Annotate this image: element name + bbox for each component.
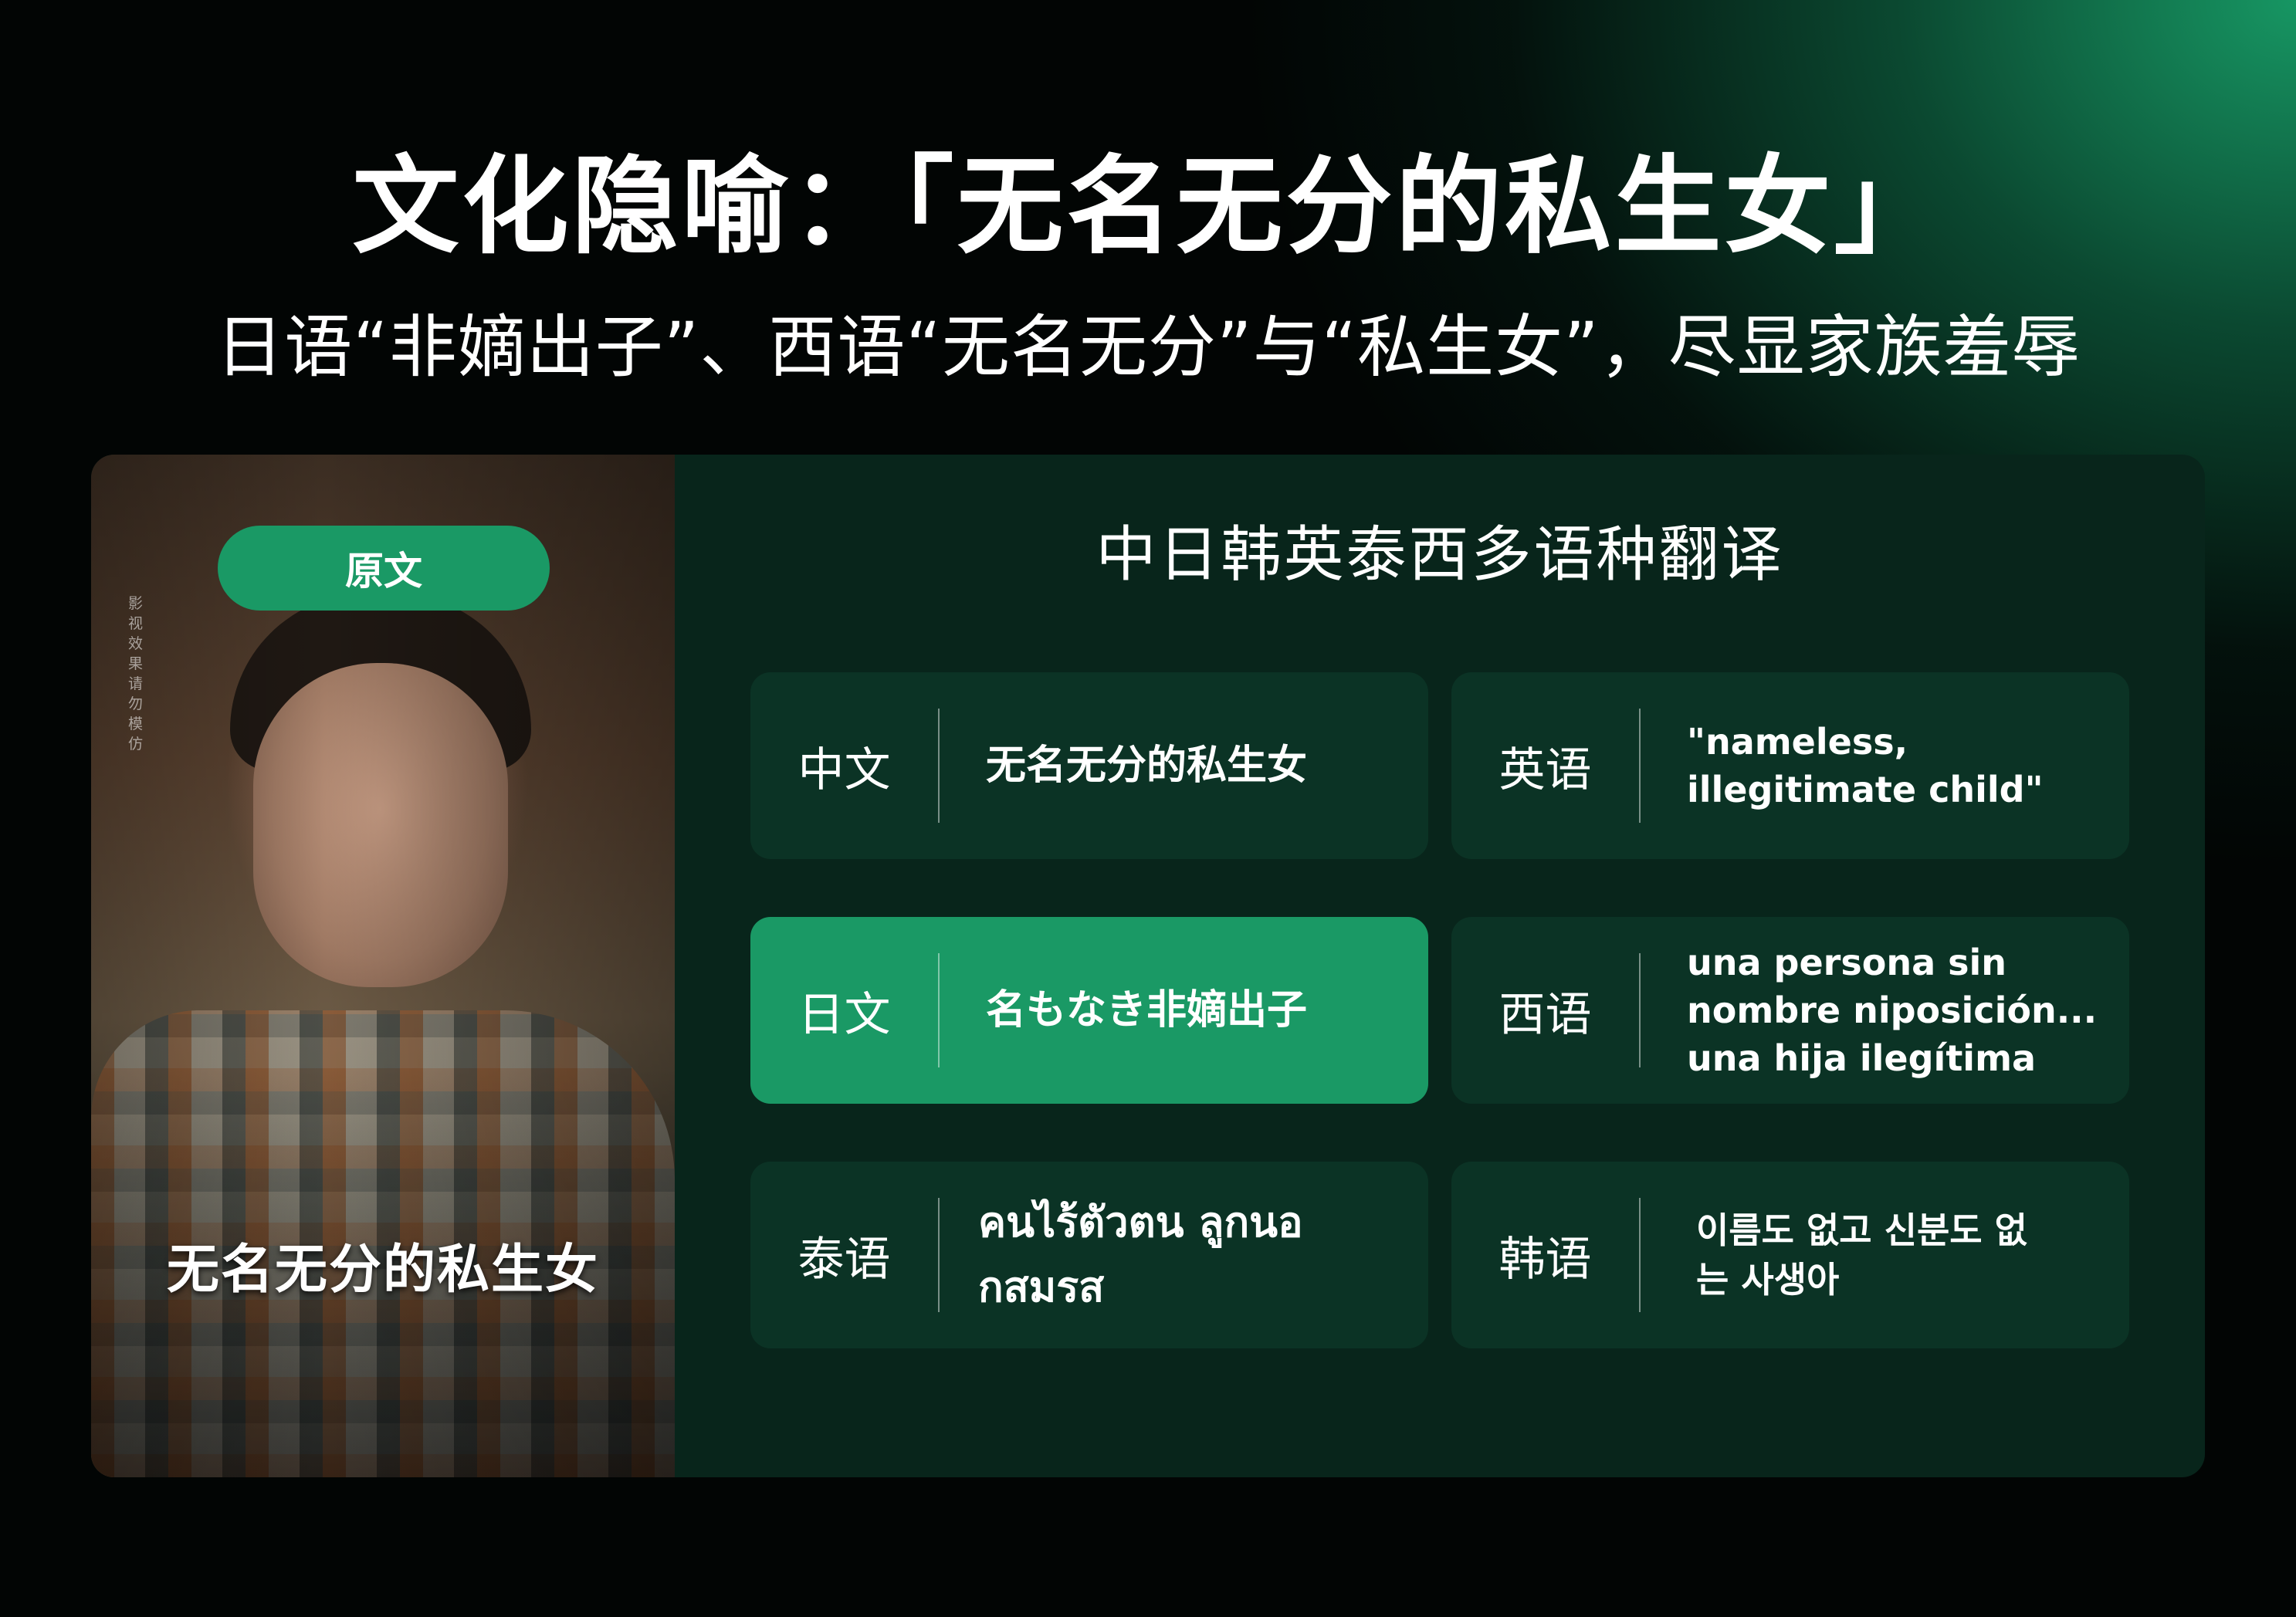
translation-text: 이름도 없고 신분도 없 는 사생아 bbox=[1696, 1209, 2027, 1301]
language-label: 韩语 bbox=[1498, 1232, 1592, 1287]
page-subtitle: 日语“非嫡出子”、西语“无名无分”与“私生女”，尽显家族羞辱 bbox=[215, 307, 2081, 387]
translation-text: 名もなき非嫡出子 bbox=[986, 987, 1308, 1033]
page-title: 文化隐喻：「无名无分的私生女」 bbox=[352, 144, 1944, 269]
translation-heading: 中日韩英泰西多语种翻译 bbox=[1096, 520, 1784, 590]
translation-text: 无名无分的私生女 bbox=[986, 743, 1308, 789]
language-label: 日文 bbox=[798, 987, 891, 1042]
original-text-badge: 原文 bbox=[218, 526, 550, 611]
content-panel: 影视效果 请勿模仿 原文 无名无分的私生女 中日韩英泰西多语种翻译 中文 无名无… bbox=[91, 455, 2205, 1477]
language-label: 英语 bbox=[1498, 743, 1592, 797]
image-watermark: 影视效果 请勿模仿 bbox=[128, 595, 144, 753]
language-label: 西语 bbox=[1498, 987, 1592, 1042]
subtitle-caption: 无名无分的私生女 bbox=[166, 1240, 599, 1301]
translation-text: คนไร้ตัวตน ลูกนอ กสมรส bbox=[978, 1198, 1303, 1311]
translation-card-korean: 韩语 이름도 없고 신분도 없 는 사생아 bbox=[1451, 1162, 2129, 1348]
language-label: 泰语 bbox=[798, 1232, 891, 1287]
translation-text: "nameless, illegitimate child" bbox=[1687, 721, 2044, 810]
translation-card-english: 英语 "nameless, illegitimate child" bbox=[1451, 672, 2129, 859]
translation-text: una persona sin nombre niposición... una… bbox=[1687, 942, 2098, 1079]
language-label: 中文 bbox=[798, 743, 891, 797]
translation-card-spanish: 西语 una persona sin nombre niposición... … bbox=[1451, 917, 2129, 1104]
translation-card-japanese: 日文 名もなき非嫡出子 bbox=[750, 917, 1428, 1104]
translation-card-chinese: 中文 无名无分的私生女 bbox=[750, 672, 1428, 859]
film-still-image: 影视效果 请勿模仿 原文 无名无分的私生女 bbox=[91, 455, 675, 1477]
translation-card-thai: 泰语 คนไร้ตัวตน ลูกนอ กสมรส bbox=[750, 1162, 1428, 1348]
